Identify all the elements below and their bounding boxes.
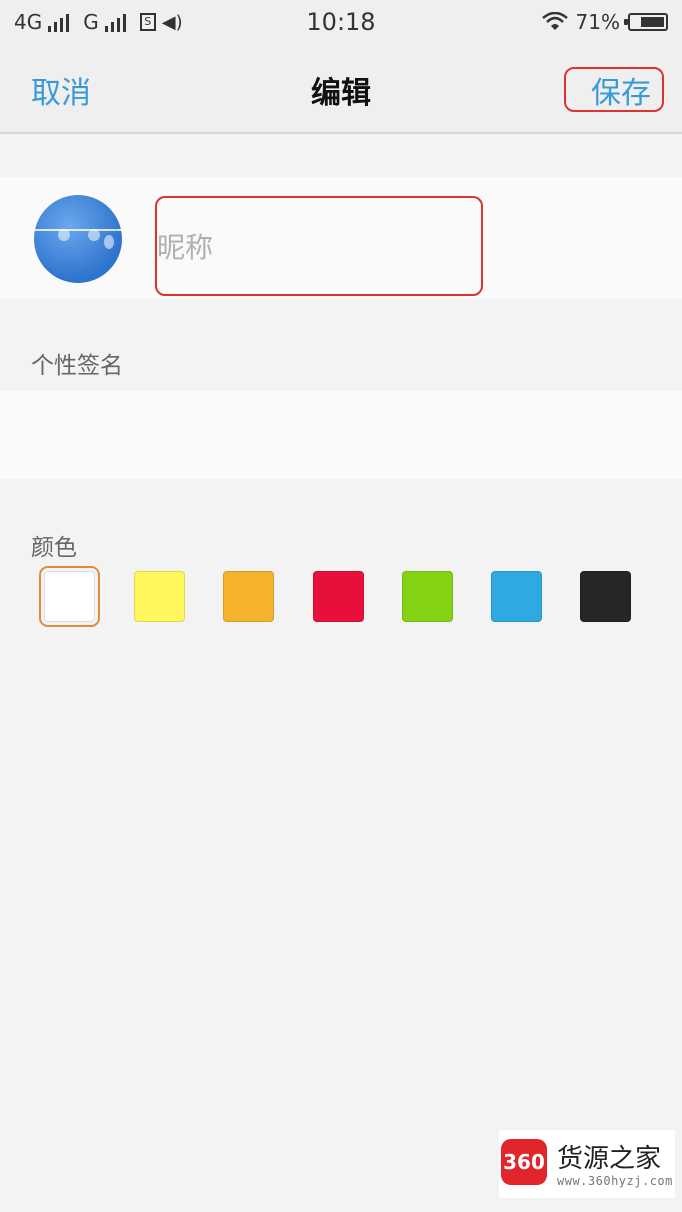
- color-swatch-black[interactable]: [580, 571, 631, 622]
- battery-icon: [624, 13, 668, 31]
- logo-url: www.360hyzj.com: [557, 1174, 673, 1188]
- nickname-placeholder: 昵称: [157, 231, 214, 264]
- color-swatch-white[interactable]: [39, 566, 100, 627]
- avatar[interactable]: [34, 195, 122, 283]
- color-swatch-blue[interactable]: [491, 571, 542, 622]
- wifi-icon: [541, 12, 568, 30]
- logo-name: 货源之家: [557, 1144, 662, 1174]
- status-right: 71%: [541, 10, 668, 34]
- color-swatch-yellow[interactable]: [134, 571, 185, 622]
- signature-input[interactable]: [0, 391, 682, 479]
- color-swatch-green[interactable]: [402, 571, 453, 622]
- status-bar: 4G G S ◀) 10:18 71%: [0, 0, 682, 46]
- profile-row: 昵称: [0, 177, 682, 299]
- watermark-logo: 360 货源之家 www.360hyzj.com: [499, 1130, 675, 1198]
- color-swatch-red[interactable]: [313, 571, 364, 622]
- nickname-field[interactable]: 昵称: [155, 196, 483, 296]
- battery-percent: 71%: [575, 10, 620, 34]
- save-highlight-annotation: [564, 67, 664, 112]
- color-label: 颜色: [31, 535, 77, 561]
- color-swatch-orange[interactable]: [223, 571, 274, 622]
- logo-badge: 360: [501, 1139, 547, 1185]
- signature-label: 个性签名: [31, 353, 123, 379]
